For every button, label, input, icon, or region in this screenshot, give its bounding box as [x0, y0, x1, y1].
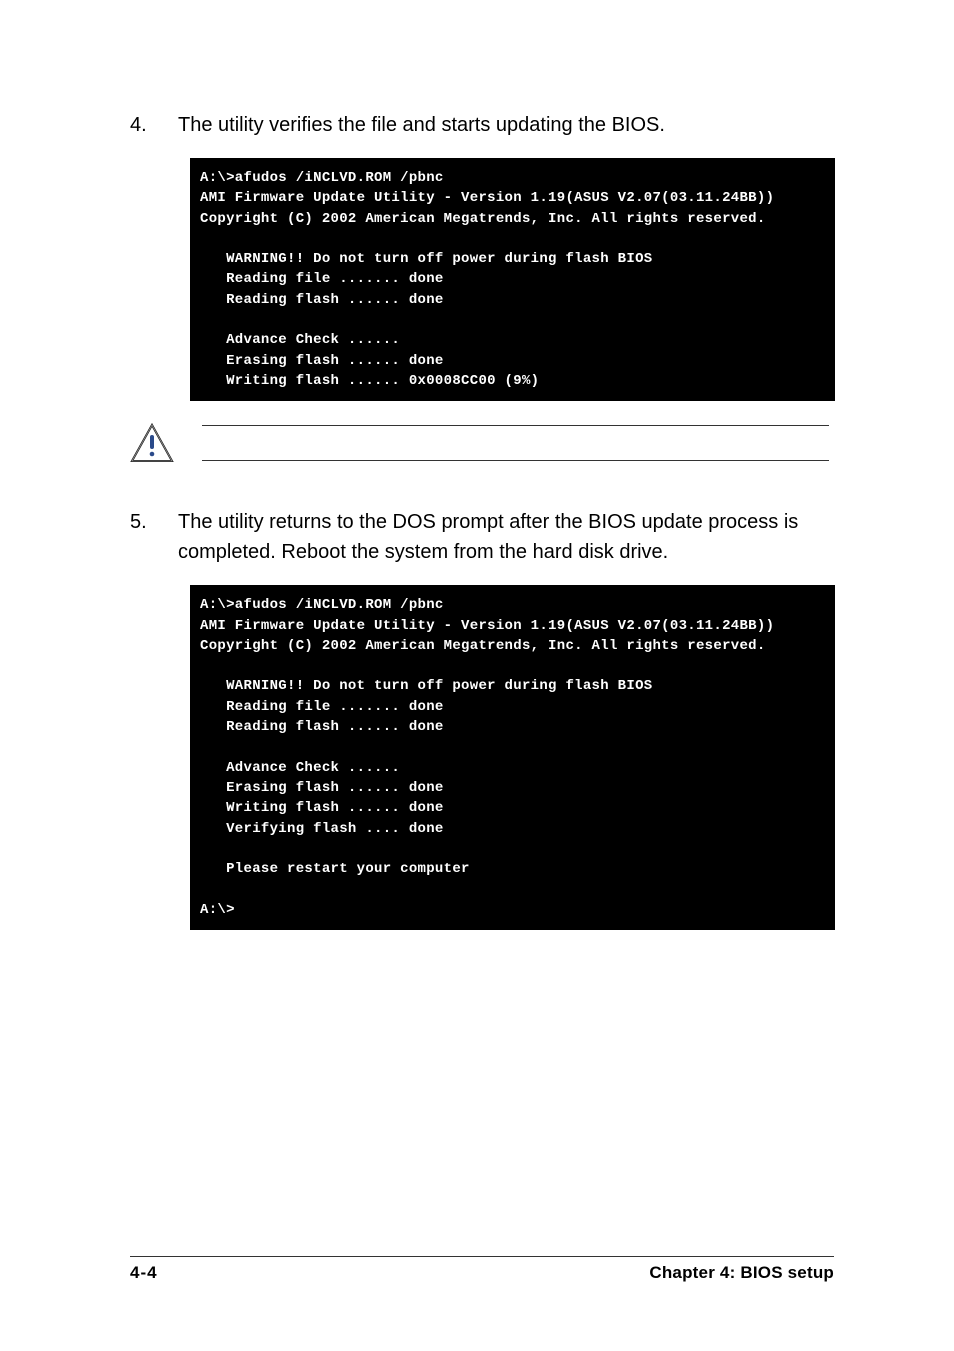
term-line: Advance Check ......	[200, 332, 400, 348]
step-5: 5. The utility returns to the DOS prompt…	[130, 507, 839, 567]
term-line: A:\>afudos /iNCLVD.ROM /pbnc	[200, 170, 444, 186]
term-line: Writing flash ...... done	[200, 800, 444, 816]
term-line: AMI Firmware Update Utility - Version 1.…	[200, 618, 774, 634]
page-footer: 4-4 Chapter 4: BIOS setup	[130, 1256, 834, 1283]
term-line: A:\>	[200, 902, 235, 918]
step-text: The utility verifies the file and starts…	[178, 110, 839, 140]
term-line: Verifying flash .... done	[200, 821, 444, 837]
chapter-title: Chapter 4: BIOS setup	[649, 1263, 834, 1283]
term-line: Writing flash ...... 0x0008CC00 (9%)	[200, 373, 539, 389]
divider	[202, 425, 829, 426]
term-line: Copyright (C) 2002 American Megatrends, …	[200, 211, 766, 227]
term-line: AMI Firmware Update Utility - Version 1.…	[200, 190, 774, 206]
step-text: The utility returns to the DOS prompt af…	[178, 507, 839, 567]
divider	[202, 460, 829, 461]
step-number: 5.	[130, 507, 154, 567]
terminal-block-2: A:\>afudos /iNCLVD.ROM /pbnc AMI Firmwar…	[190, 585, 835, 930]
caution-text-area	[202, 425, 829, 461]
footer-divider	[130, 1256, 834, 1257]
term-line: Erasing flash ...... done	[200, 780, 444, 796]
term-line: Reading file ....... done	[200, 699, 444, 715]
term-line: Copyright (C) 2002 American Megatrends, …	[200, 638, 766, 654]
warning-icon	[130, 423, 174, 463]
term-line: Advance Check ......	[200, 760, 400, 776]
step-4: 4. The utility verifies the file and sta…	[130, 110, 839, 140]
term-line: Please restart your computer	[200, 861, 470, 877]
term-line: Erasing flash ...... done	[200, 353, 444, 369]
term-line: WARNING!! Do not turn off power during f…	[200, 678, 652, 694]
caution-callout	[130, 423, 839, 463]
terminal-block-1: A:\>afudos /iNCLVD.ROM /pbnc AMI Firmwar…	[190, 158, 835, 401]
page-number: 4-4	[130, 1263, 158, 1283]
term-line: Reading flash ...... done	[200, 719, 444, 735]
term-line: WARNING!! Do not turn off power during f…	[200, 251, 652, 267]
term-line: Reading flash ...... done	[200, 292, 444, 308]
step-number: 4.	[130, 110, 154, 140]
term-line: Reading file ....... done	[200, 271, 444, 287]
term-line: A:\>afudos /iNCLVD.ROM /pbnc	[200, 597, 444, 613]
